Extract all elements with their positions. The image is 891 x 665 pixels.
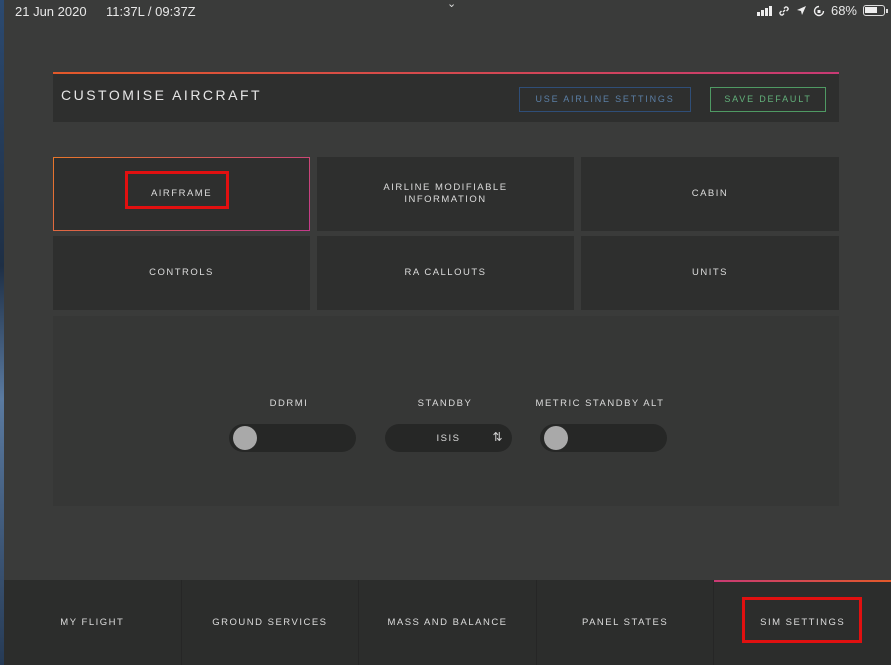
highlight-box-sim-settings (742, 597, 862, 643)
page-title: CUSTOMISE AIRCRAFT (61, 87, 263, 103)
status-time: 11:37L / 09:37Z (106, 4, 196, 19)
sort-arrows-icon: ⇅ (492, 430, 504, 444)
nav-ground-services[interactable]: GROUND SERVICES (182, 580, 360, 665)
background-edge (0, 0, 4, 665)
tab-airline-info-label: AIRLINE MODIFIABLE INFORMATION (383, 182, 508, 205)
tab-airline-modifiable-information[interactable]: AIRLINE MODIFIABLE INFORMATION (317, 157, 574, 231)
nav-mass-balance-label: MASS AND BALANCE (387, 617, 508, 628)
status-bar: 21 Jun 2020 11:37L / 09:37Z ⌄ 68% (0, 0, 891, 24)
ddrmi-label: DDRMI (269, 398, 309, 409)
save-default-button[interactable]: SAVE DEFAULT (710, 87, 826, 112)
customise-header: CUSTOMISE AIRCRAFT USE AIRLINE SETTINGS … (53, 72, 839, 122)
status-indicators: 68% (756, 3, 888, 18)
ddrmi-toggle[interactable] (229, 424, 356, 452)
efb-screen: 21 Jun 2020 11:37L / 09:37Z ⌄ 68% CUSTOM… (0, 0, 891, 665)
nav-panel-states-label: PANEL STATES (581, 617, 669, 628)
nav-ground-services-label: GROUND SERVICES (212, 617, 328, 628)
metric-standby-alt-label: METRIC STANDBY ALT (535, 398, 665, 409)
battery-percent: 68% (830, 3, 857, 18)
tab-cabin[interactable]: CABIN (581, 157, 839, 231)
tab-controls-label: CONTROLS (149, 267, 214, 278)
standby-select[interactable]: ISIS ⇅ (385, 424, 512, 452)
chevron-down-icon[interactable]: ⌄ (447, 0, 456, 10)
tab-units[interactable]: UNITS (581, 236, 839, 310)
ddrmi-toggle-knob (233, 426, 257, 450)
link-icon (779, 5, 789, 16)
use-airline-settings-button[interactable]: USE AIRLINE SETTINGS (519, 87, 691, 112)
tab-units-label: UNITS (692, 267, 728, 278)
nav-my-flight-label: MY FLIGHT (60, 617, 125, 628)
signal-icon (756, 5, 772, 16)
highlight-box-airframe (125, 171, 229, 209)
tab-ra-callouts[interactable]: RA CALLOUTS (317, 236, 574, 310)
standby-label: STANDBY (417, 398, 473, 409)
airframe-settings-panel: DDRMI STANDBY ISIS ⇅ METRIC STANDBY ALT (53, 316, 839, 506)
nav-panel-states[interactable]: PANEL STATES (537, 580, 715, 665)
metric-toggle-knob (544, 426, 568, 450)
tab-ra-callouts-label: RA CALLOUTS (404, 267, 487, 278)
nav-mass-and-balance[interactable]: MASS AND BALANCE (359, 580, 537, 665)
location-arrow-icon (796, 6, 806, 15)
tab-cabin-label: CABIN (691, 188, 729, 199)
rotation-lock-icon (813, 5, 825, 16)
battery-icon (863, 5, 888, 16)
status-date: 21 Jun 2020 (15, 4, 87, 19)
nav-my-flight[interactable]: MY FLIGHT (4, 580, 182, 665)
metric-standby-alt-toggle[interactable] (540, 424, 667, 452)
battery-fill (865, 7, 877, 13)
tab-controls[interactable]: CONTROLS (53, 236, 310, 310)
